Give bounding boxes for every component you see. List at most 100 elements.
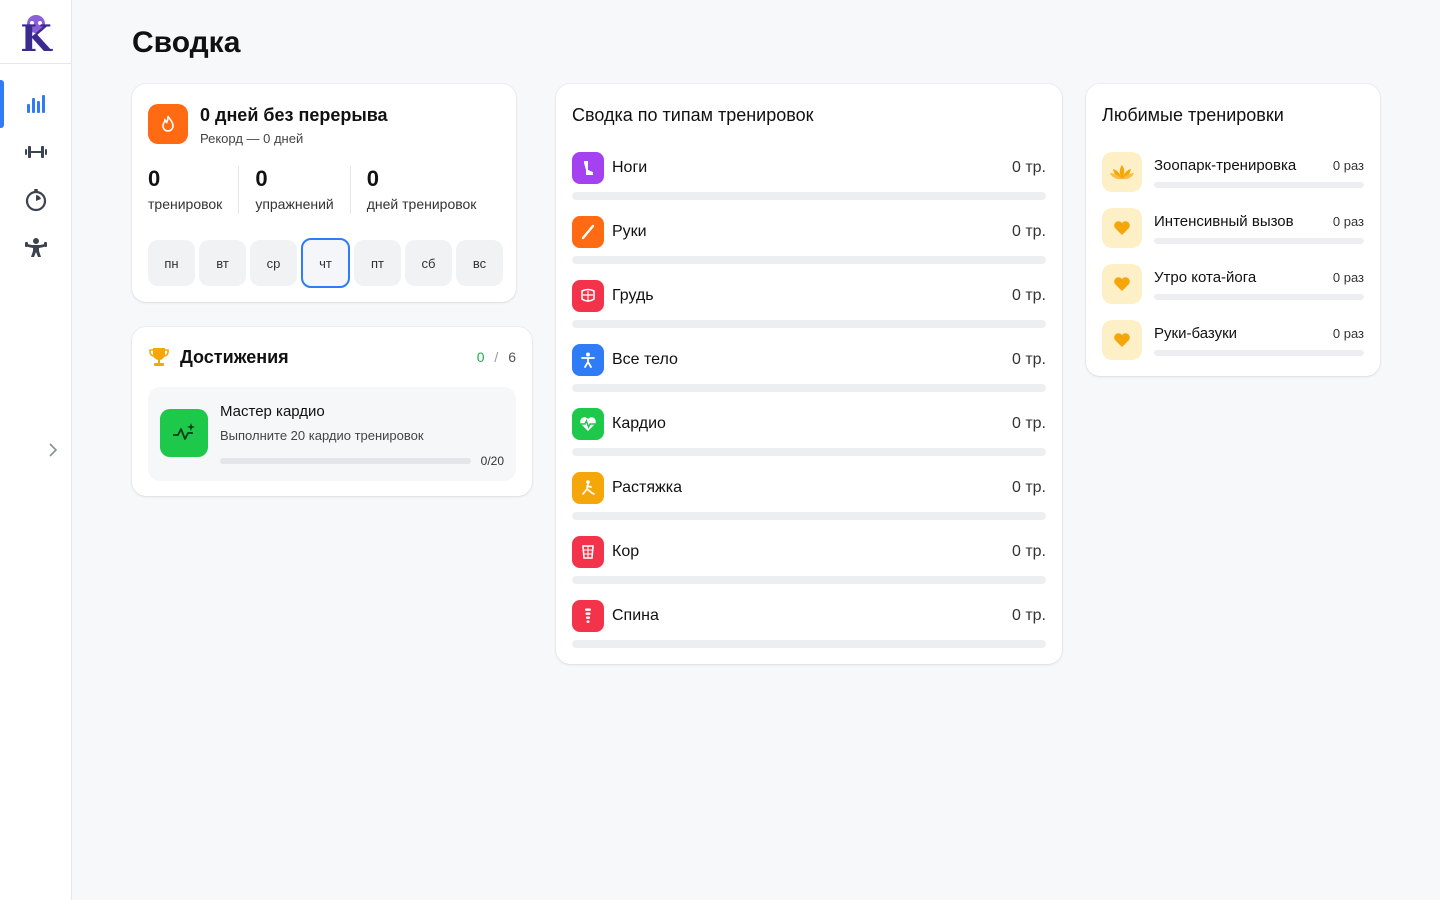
favorite-workouts-card: Любимые тренировки Зоопарк-тренировка 0 …: [1086, 84, 1380, 376]
day-sun[interactable]: вс: [456, 240, 503, 286]
page-title: Сводка: [132, 26, 241, 59]
day-mon[interactable]: пн: [148, 240, 195, 286]
workout-types-card: Сводка по типам тренировок Ноги 0 тр. Ру…: [556, 84, 1062, 664]
type-count: 0 тр.: [1011, 479, 1046, 496]
nav-timer[interactable]: [0, 176, 71, 224]
leg-icon: [572, 152, 604, 184]
stat-label: тренировок: [148, 196, 223, 212]
type-progress-bar: [572, 384, 1046, 392]
day-sat[interactable]: сб: [405, 240, 452, 286]
nav-workouts[interactable]: [0, 128, 71, 176]
type-progress-bar: [572, 640, 1046, 648]
type-count: 0 тр.: [1011, 223, 1046, 240]
dumbbell-icon: [24, 146, 47, 158]
heart-icon: [1102, 320, 1142, 360]
type-row-legs[interactable]: Ноги 0 тр.: [572, 152, 1046, 204]
stat-label: упражнений: [255, 196, 334, 212]
type-row-arms[interactable]: Руки 0 тр.: [572, 216, 1046, 268]
counter-separator: /: [494, 349, 499, 365]
day-tue[interactable]: вт: [199, 240, 246, 286]
type-progress-bar: [572, 192, 1046, 200]
stat-value: 0: [148, 166, 161, 191]
favorite-item[interactable]: Руки-базуки 0 раз: [1102, 320, 1364, 362]
type-row-core[interactable]: Кор 0 тр.: [572, 536, 1046, 588]
favorite-item[interactable]: Зоопарк-тренировка 0 раз: [1102, 152, 1364, 194]
flame-icon: [162, 115, 174, 132]
lotus-icon: [1102, 152, 1142, 192]
strongman-icon: [24, 238, 47, 257]
type-progress-bar: [572, 576, 1046, 584]
heart-icon: [1102, 208, 1142, 248]
stat-label: дней тренировок: [366, 196, 477, 212]
achievement-badge: [160, 409, 208, 457]
streak-stats: 0 тренировок 0 упражнений 0 дней трениро…: [148, 166, 508, 214]
type-row-stretching[interactable]: Растяжка 0 тр.: [572, 472, 1046, 524]
favorite-count: 0 раз: [1332, 326, 1364, 341]
day-fri[interactable]: пт: [354, 240, 401, 286]
app-logo[interactable]: K: [0, 0, 71, 64]
core-icon: [572, 536, 604, 568]
favorite-item[interactable]: Утро кота-йога 0 раз: [1102, 264, 1364, 306]
stat-workouts: 0 тренировок: [148, 166, 240, 214]
stretch-icon: [572, 472, 604, 504]
type-label: Ноги: [612, 159, 648, 176]
type-progress-bar: [572, 448, 1046, 456]
spine-icon: [572, 600, 604, 632]
person-icon: [572, 344, 604, 376]
arm-icon: [572, 216, 604, 248]
type-label: Руки: [612, 223, 647, 240]
workout-types-title: Сводка по типам тренировок: [572, 105, 814, 125]
stat-training-days: 0 дней тренировок: [367, 166, 493, 214]
heart-pulse-icon: [572, 408, 604, 440]
type-row-full-body[interactable]: Все тело 0 тр.: [572, 344, 1046, 396]
achievements-title: Достижения: [180, 346, 289, 367]
favorite-item[interactable]: Интенсивный вызов 0 раз: [1102, 208, 1364, 250]
type-label: Грудь: [612, 287, 654, 304]
favorite-progress-bar: [1154, 182, 1364, 188]
type-row-back[interactable]: Спина 0 тр.: [572, 600, 1046, 652]
type-count: 0 тр.: [1011, 607, 1046, 624]
type-count: 0 тр.: [1011, 287, 1046, 304]
nav-stats[interactable]: [0, 80, 71, 128]
achievement-progress-bar: [220, 458, 471, 464]
achievements-done: 0: [476, 349, 485, 365]
type-label: Кардио: [612, 415, 666, 432]
type-label: Спина: [612, 607, 659, 624]
expand-sidebar-button[interactable]: [44, 440, 62, 460]
svg-text:K: K: [20, 18, 53, 54]
stats-icon: [26, 95, 45, 113]
type-label: Растяжка: [612, 479, 682, 496]
type-row-chest[interactable]: Грудь 0 тр.: [572, 280, 1046, 332]
stat-exercises: 0 упражнений: [255, 166, 351, 214]
type-count: 0 тр.: [1011, 415, 1046, 432]
k-logo-icon: K: [20, 14, 53, 54]
type-label: Кор: [612, 543, 640, 560]
streak-title: 0 дней без перерыва: [200, 105, 388, 125]
streak-card: 0 дней без перерыва Рекорд — 0 дней 0 тр…: [132, 84, 516, 302]
favorite-label: Руки-базуки: [1154, 325, 1238, 342]
favorite-count: 0 раз: [1332, 214, 1364, 229]
nav-exercises[interactable]: [0, 224, 71, 272]
activity-sparkle-icon: [173, 423, 195, 440]
favorites-title: Любимые тренировки: [1102, 105, 1284, 125]
achievement-item[interactable]: Мастер кардио Выполните 20 кардио тренир…: [148, 387, 516, 481]
type-row-cardio[interactable]: Кардио 0 тр.: [572, 408, 1046, 460]
trophy-icon: [149, 348, 169, 366]
favorite-progress-bar: [1154, 294, 1364, 300]
achievement-description: Выполните 20 кардио тренировок: [220, 428, 424, 443]
favorite-label: Зоопарк-тренировка: [1154, 157, 1297, 174]
type-count: 0 тр.: [1011, 351, 1046, 368]
favorite-progress-bar: [1154, 238, 1364, 244]
type-label: Все тело: [612, 351, 678, 368]
favorite-label: Интенсивный вызов: [1154, 213, 1294, 230]
timer-icon: [25, 189, 46, 212]
favorite-progress-bar: [1154, 350, 1364, 356]
streak-badge: [148, 104, 188, 144]
day-wed[interactable]: ср: [250, 240, 297, 286]
chevron-right-icon: [49, 443, 58, 457]
day-thu[interactable]: чт: [301, 238, 350, 288]
type-progress-bar: [572, 256, 1046, 264]
achievements-total: 6: [508, 349, 516, 365]
stat-value: 0: [366, 166, 379, 191]
achievements-counter: 0 / 6: [477, 349, 516, 365]
